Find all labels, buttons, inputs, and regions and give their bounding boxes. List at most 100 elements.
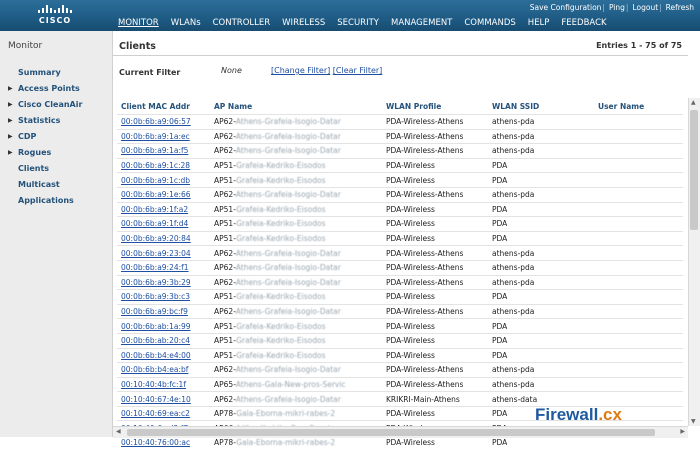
column-header-user-name[interactable]: User Name: [594, 99, 683, 115]
client-mac-link[interactable]: 00:10:40:67:4e:10: [117, 391, 210, 407]
vertical-scroll-thumb[interactable]: [690, 110, 698, 230]
ap-name-cell: AP65-Athens-Gala-New-pros-Servic: [210, 376, 382, 392]
client-mac-link[interactable]: 00:0b:6b:b4:e4:00: [117, 347, 210, 363]
ap-name-cell: AP62-Athens-Grafeia-Isogio-Datar: [210, 143, 382, 159]
client-mac-link[interactable]: 00:0b:6b:ab:1a:99: [117, 318, 210, 334]
user-name-cell: [594, 201, 683, 217]
table-row: 00:0b:6b:ab:1a:99 AP51-Grafeia-Kedriko-Ei…: [117, 318, 683, 334]
nav-security[interactable]: SECURITY: [337, 18, 379, 28]
expand-arrow-icon[interactable]: ▶: [8, 133, 18, 140]
save-configuration-link[interactable]: Save Configuration: [530, 3, 602, 12]
wlan-ssid-cell: athens-pda: [488, 362, 594, 378]
refresh-link[interactable]: Refresh: [666, 3, 694, 12]
ap-name-cell: AP51-Grafeia-Kedriko-Eisodos: [210, 347, 382, 363]
nav-wlans[interactable]: WLANs: [171, 18, 201, 28]
client-mac-link[interactable]: 00:10:40:4b:fc:1f: [117, 376, 210, 392]
client-mac-link[interactable]: 00:0b:6b:a9:1c:db: [117, 172, 210, 188]
user-name-cell: [594, 347, 683, 363]
wlan-profile-cell: PDA-Wireless: [382, 216, 488, 232]
client-mac-link[interactable]: 00:0b:6b:a9:1a:f5: [117, 143, 210, 159]
scroll-up-arrow-icon[interactable]: ▲: [691, 99, 696, 106]
ping-link[interactable]: Ping: [609, 3, 625, 12]
ap-name-cell: AP62-Athens-Grafeia-Isogio-Datar: [210, 259, 382, 276]
client-mac-link[interactable]: 00:0b:6b:a9:24:f1: [117, 259, 210, 276]
sidebar-item-multicast[interactable]: Multicast: [8, 176, 82, 192]
nav-management[interactable]: MANAGEMENT: [391, 18, 452, 28]
ap-name-cell: AP62-Athens-Grafeia-Isogio-Datar: [210, 114, 382, 130]
sidebar-item-clients[interactable]: Clients: [8, 160, 82, 176]
column-header-mac[interactable]: Client MAC Addr: [117, 99, 210, 115]
sidebar-item-cisco-cleanair[interactable]: ▶ Cisco CleanAir: [8, 96, 82, 112]
vertical-scrollbar[interactable]: ▲ ▼: [688, 98, 700, 426]
expand-arrow-icon[interactable]: ▶: [8, 117, 18, 124]
user-name-cell: [594, 303, 683, 319]
change-filter-link[interactable]: [Change Filter]: [271, 66, 330, 75]
client-mac-link[interactable]: 00:0b:6b:a9:1e:66: [117, 186, 210, 203]
wlan-profile-cell: PDA-Wireless: [382, 347, 488, 363]
client-mac-link[interactable]: 00:0b:6b:ab:20:c4: [117, 332, 210, 348]
table-row: 00:0b:6b:a9:06:57 AP62-Athens-Grafeia-Iso…: [117, 114, 683, 130]
client-mac-link[interactable]: 00:0b:6b:a9:3b:c3: [117, 289, 210, 305]
ap-name-cell: AP51-Grafeia-Kedriko-Eisodos: [210, 230, 382, 246]
table-row: 00:0b:6b:a9:1c:28 AP51-Grafeia-Kedriko-Ei…: [117, 157, 683, 173]
wlan-ssid-cell: athens-pda: [488, 259, 594, 276]
client-mac-link[interactable]: 00:0b:6b:a9:20:84: [117, 230, 210, 246]
client-mac-link[interactable]: 00:0b:6b:a9:3b:29: [117, 274, 210, 290]
sidebar-item-applications[interactable]: Applications: [8, 192, 82, 208]
client-mac-link[interactable]: 00:0b:6b:a9:bc:f9: [117, 303, 210, 319]
table-row: 00:10:40:4b:fc:1f AP65-Athens-Gala-New-pr…: [117, 376, 683, 392]
sidebar-item-cdp[interactable]: ▶ CDP: [8, 128, 82, 144]
table-row: 00:0b:6b:a9:3b:c3 AP51-Grafeia-Kedriko-Ei…: [117, 289, 683, 305]
client-mac-link[interactable]: 00:0b:6b:a9:1f:a2: [117, 201, 210, 217]
table-row: 00:0b:6b:a9:1a:f5 AP62-Athens-Grafeia-Iso…: [117, 143, 683, 159]
sidebar-item-statistics[interactable]: ▶ Statistics: [8, 112, 82, 128]
table-row: 00:0b:6b:a9:23:04 AP62-Athens-Grafeia-Iso…: [117, 245, 683, 261]
client-mac-link[interactable]: 00:0b:6b:a9:1f:d4: [117, 216, 210, 232]
user-name-cell: [594, 172, 683, 188]
ap-name-cell: AP62-Athens-Grafeia-Isogio-Datar: [210, 274, 382, 290]
wlan-ssid-cell: athens-pda: [488, 274, 594, 290]
table-row: 00:0b:6b:b4:e4:00 AP51-Grafeia-Kedriko-Ei…: [117, 347, 683, 363]
column-header-wlan-profile[interactable]: WLAN Profile: [382, 99, 488, 115]
user-name-cell: [594, 376, 683, 392]
nav-help[interactable]: HELP: [528, 18, 550, 28]
sidebar-item-rogues[interactable]: ▶ Rogues: [8, 144, 82, 160]
sidebar-item-summary[interactable]: Summary: [8, 64, 82, 80]
table-row: 00:0b:6b:a9:24:f1 AP62-Athens-Grafeia-Iso…: [117, 259, 683, 276]
top-banner: CISCO Save Configuration| Ping| Logout| Ref…: [0, 0, 700, 31]
expand-arrow-icon[interactable]: ▶: [8, 149, 18, 156]
client-mac-link[interactable]: 00:0b:6b:a9:23:04: [117, 245, 210, 261]
horizontal-scroll-thumb[interactable]: [127, 429, 655, 436]
column-header-wlan-ssid[interactable]: WLAN SSID: [488, 99, 594, 115]
column-header-ap-name[interactable]: AP Name: [210, 99, 382, 115]
sidebar-item-access-points[interactable]: ▶ Access Points: [8, 80, 82, 96]
wlan-profile-cell: PDA-Wireless-Athens: [382, 245, 488, 261]
clear-filter-link[interactable]: [Clear Filter]: [333, 66, 383, 75]
expand-arrow-icon[interactable]: ▶: [8, 85, 18, 92]
nav-monitor[interactable]: MONITOR: [118, 18, 159, 28]
user-name-cell: [594, 143, 683, 159]
horizontal-scrollbar[interactable]: ◀ ▶: [113, 426, 688, 438]
wlan-profile-cell: PDA-Wireless-Athens: [382, 259, 488, 276]
expand-arrow-icon[interactable]: ▶: [8, 101, 18, 108]
ap-name-cell: AP51-Grafeia-Kedriko-Eisodos: [210, 216, 382, 232]
client-mac-link[interactable]: 00:0b:6b:a9:1a:ec: [117, 128, 210, 144]
table-header-row: Client MAC Addr AP Name WLAN Profile WLA…: [117, 99, 683, 115]
logout-link[interactable]: Logout: [632, 3, 658, 12]
scroll-down-arrow-icon[interactable]: ▼: [691, 418, 696, 425]
client-mac-link[interactable]: 00:0b:6b:a9:06:57: [117, 114, 210, 130]
client-mac-link[interactable]: 00:0b:6b:b4:ea:bf: [117, 362, 210, 378]
client-mac-link[interactable]: 00:10:40:69:ea:c2: [117, 405, 210, 421]
nav-wireless[interactable]: WIRELESS: [282, 18, 325, 28]
nav-commands[interactable]: COMMANDS: [464, 18, 515, 28]
sidebar-item-label: Statistics: [18, 115, 61, 125]
client-mac-link[interactable]: 00:0b:6b:a9:1c:28: [117, 157, 210, 173]
nav-feedback[interactable]: FEEDBACK: [561, 18, 606, 28]
scroll-right-arrow-icon[interactable]: ▶: [680, 428, 685, 435]
table-row: 00:0b:6b:a9:1e:66 AP62-Athens-Grafeia-Iso…: [117, 186, 683, 203]
wlan-profile-cell: PDA-Wireless: [382, 172, 488, 188]
wlan-ssid-cell: athens-pda: [488, 143, 594, 159]
scroll-left-arrow-icon[interactable]: ◀: [116, 428, 121, 435]
ap-name-cell: AP51-Grafeia-Kedriko-Eisodos: [210, 157, 382, 173]
nav-controller[interactable]: CONTROLLER: [213, 18, 271, 28]
